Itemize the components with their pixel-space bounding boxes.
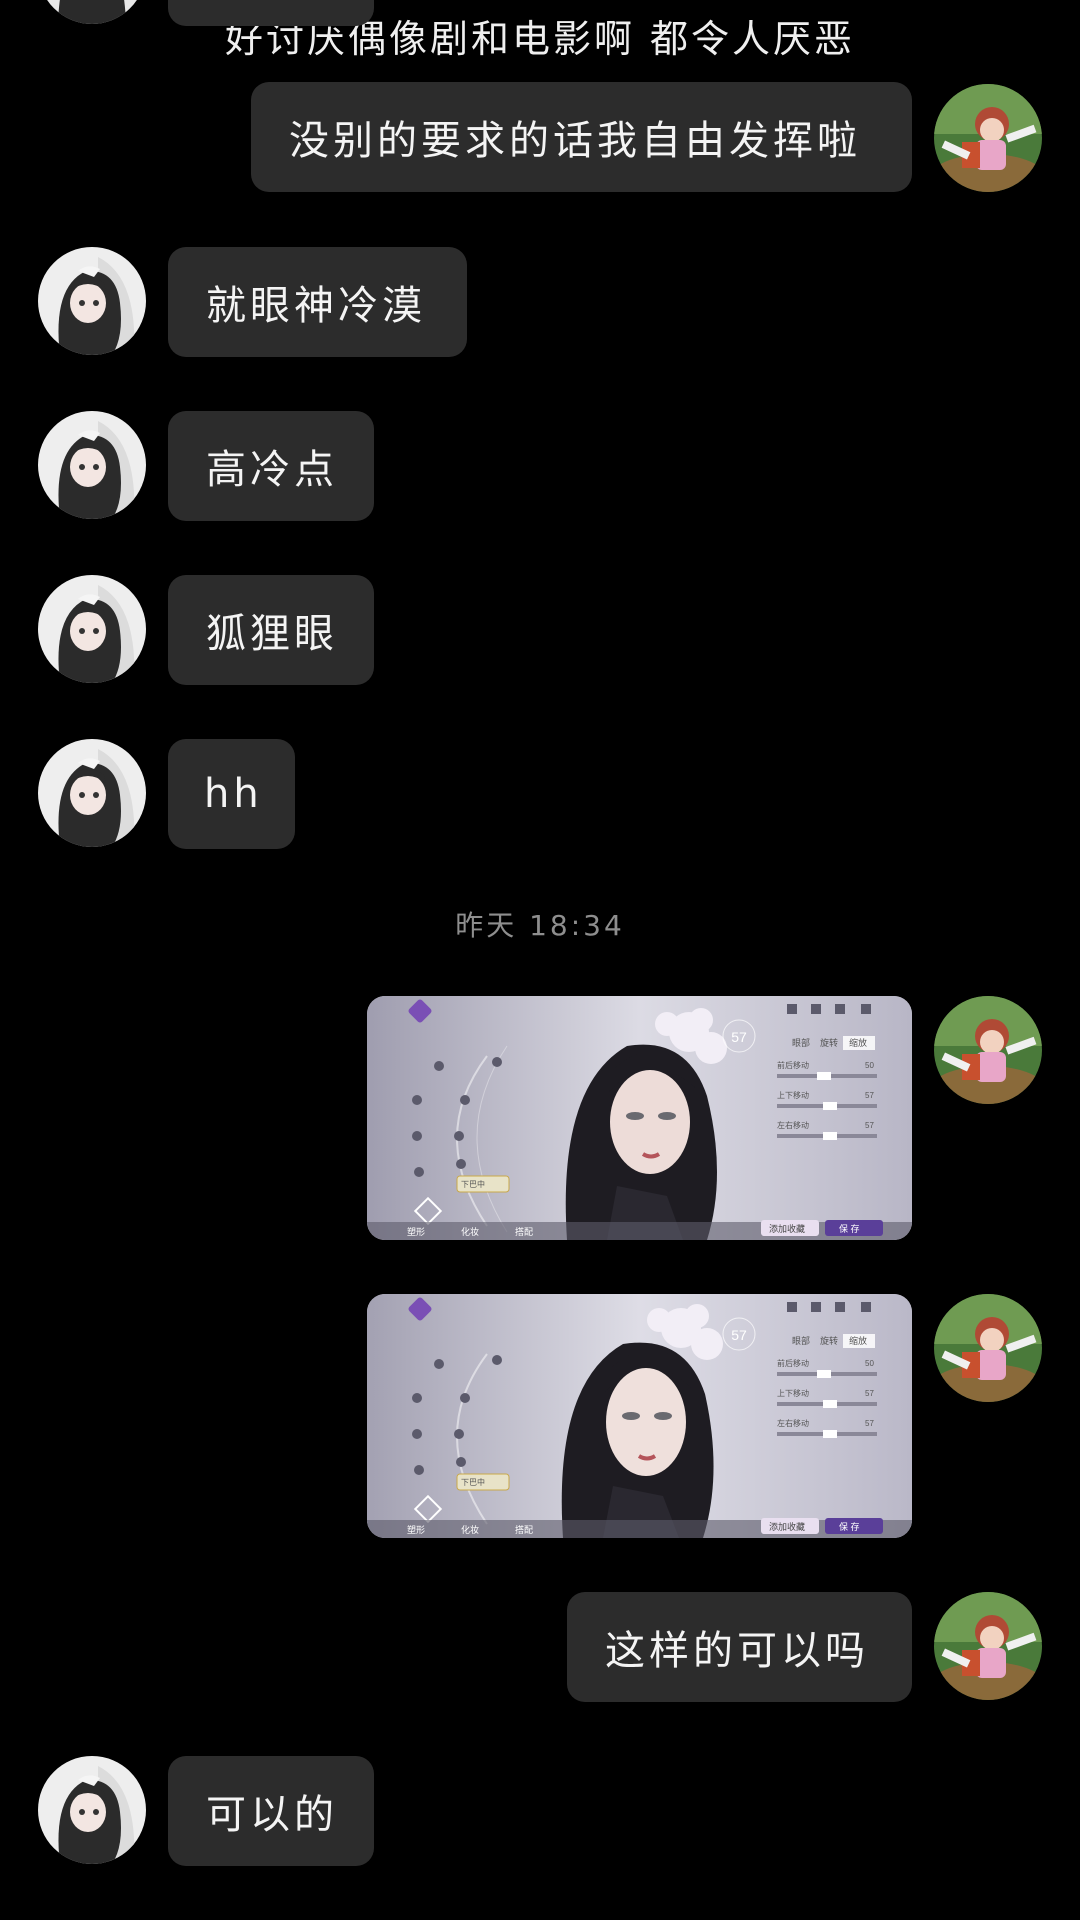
contact-avatar[interactable] <box>38 411 146 519</box>
slider-value: 57 <box>865 1389 874 1398</box>
slider-value: 50 <box>865 1061 874 1070</box>
hint-label: 下巴中 <box>461 1179 485 1189</box>
message-bubble[interactable] <box>168 0 374 26</box>
tab-eye: 眼部 <box>792 1335 810 1346</box>
message-bubble[interactable]: 狐狸眼 <box>168 575 374 685</box>
contact-avatar[interactable] <box>38 739 146 847</box>
message-text: 就眼神冷漠 <box>206 283 426 329</box>
message-bubble[interactable]: 可以的 <box>168 1756 374 1866</box>
tab-eye: 眼部 <box>792 1037 810 1048</box>
message-text: 没别的要求的话我自由发挥啦 <box>289 118 861 164</box>
bottom-tab: 塑形 <box>407 1226 425 1237</box>
slider-label: 上下移动 <box>777 1388 809 1398</box>
tab-rotate: 旋转 <box>820 1335 838 1346</box>
hint-label: 下巴中 <box>461 1477 485 1487</box>
bottom-tab: 搭配 <box>515 1524 533 1535</box>
level-badge: 57 <box>731 1029 747 1045</box>
tab-rotate: 旋转 <box>820 1037 838 1048</box>
my-avatar[interactable] <box>934 996 1042 1104</box>
bottom-tab: 搭配 <box>515 1226 533 1237</box>
save-button-label: 保 存 <box>839 1223 860 1234</box>
bottom-tab: 塑形 <box>407 1524 425 1535</box>
slider-value: 57 <box>865 1121 874 1130</box>
my-avatar[interactable] <box>934 84 1042 192</box>
image-message[interactable]: 57 眼部 旋转 缩放 前后移动 50 上下移动 57 左右移动 57 下巴中 … <box>367 996 912 1240</box>
contact-avatar[interactable] <box>38 247 146 355</box>
slider-label: 前后移动 <box>777 1060 809 1070</box>
favorite-button-label: 添加收藏 <box>769 1521 805 1532</box>
message-bubble[interactable]: 没别的要求的话我自由发挥啦 <box>251 82 912 192</box>
favorite-button-label: 添加收藏 <box>769 1223 805 1234</box>
message-text: 可以的 <box>206 1792 338 1838</box>
slider-value: 57 <box>865 1091 874 1100</box>
contact-avatar[interactable] <box>38 575 146 683</box>
message-text: 狐狸眼 <box>206 611 338 657</box>
bottom-tab: 化妆 <box>461 1524 479 1535</box>
message-bubble[interactable]: 这样的可以吗 <box>567 1592 912 1702</box>
slider-label: 前后移动 <box>777 1358 809 1368</box>
bottom-tab: 化妆 <box>461 1226 479 1237</box>
tab-scale: 缩放 <box>849 1037 867 1048</box>
level-badge: 57 <box>731 1327 747 1343</box>
previous-message-text: 好讨厌偶像剧和电影啊 都令人厌恶 <box>224 17 856 61</box>
slider-label: 上下移动 <box>777 1090 809 1100</box>
message-bubble[interactable]: 就眼神冷漠 <box>168 247 467 357</box>
message-text: 这样的可以吗 <box>605 1628 869 1674</box>
tab-scale: 缩放 <box>849 1335 867 1346</box>
slider-label: 左右移动 <box>777 1418 809 1428</box>
message-text: 高冷点 <box>206 447 338 493</box>
slider-label: 左右移动 <box>777 1120 809 1130</box>
timestamp: 昨天 18:34 <box>455 909 625 942</box>
contact-avatar[interactable] <box>38 1756 146 1864</box>
slider-value: 50 <box>865 1359 874 1368</box>
message-text: hh <box>204 771 263 817</box>
image-message[interactable]: 57 眼部 旋转 缩放 前后移动 50 上下移动 57 左右移动 57 下巴中 … <box>367 1294 912 1538</box>
slider-value: 57 <box>865 1419 874 1428</box>
message-bubble[interactable]: hh <box>168 739 295 849</box>
my-avatar[interactable] <box>934 1294 1042 1402</box>
message-bubble[interactable]: 高冷点 <box>168 411 374 521</box>
save-button-label: 保 存 <box>839 1521 860 1532</box>
my-avatar[interactable] <box>934 1592 1042 1700</box>
